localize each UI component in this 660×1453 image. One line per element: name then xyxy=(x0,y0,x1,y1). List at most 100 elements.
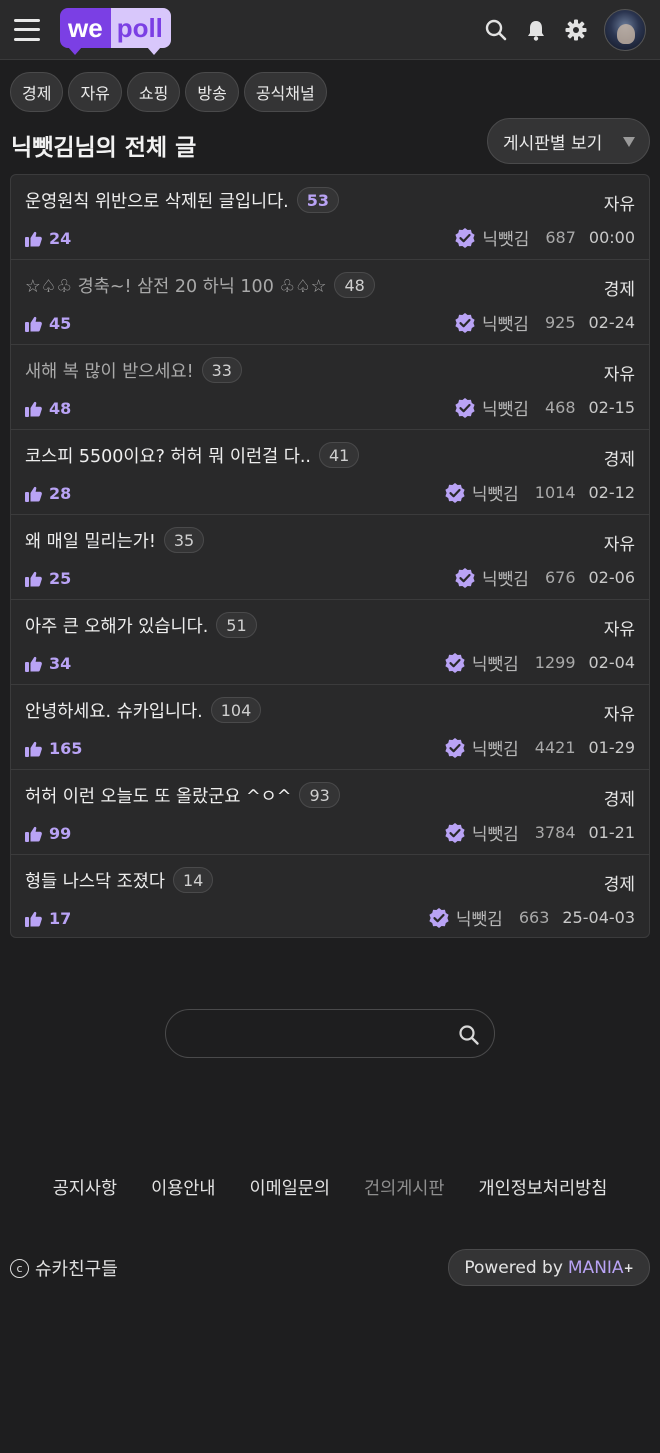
search-box xyxy=(165,1009,495,1058)
post-date: 00:00 xyxy=(588,228,635,247)
verified-badge-icon xyxy=(455,227,476,248)
header-actions xyxy=(476,8,646,52)
view-count: 663 xyxy=(518,908,550,927)
post-meta: 닉뺏김 1014 02-12 xyxy=(444,480,635,505)
wepoll-logo[interactable]: we poll xyxy=(60,7,171,55)
board-filter-select[interactable]: 게시판별 보기 xyxy=(487,118,650,164)
title-row: 닉뺏김님의 전체 글 게시판별 보기 xyxy=(0,112,660,174)
top-bar: we poll xyxy=(0,0,660,60)
post-date: 25-04-03 xyxy=(562,908,635,927)
copyright-symbol: c xyxy=(10,1258,29,1278)
post-title[interactable]: ☆♤♧ 경축~! 삼전 20 하닉 100 ♧♤☆ 48 xyxy=(25,272,375,298)
post-row[interactable]: 안녕하세요. 슈카입니다. 104 자유 165 닉뺏김 4421 01-29 xyxy=(11,685,649,770)
like-count-value: 99 xyxy=(49,824,72,843)
comment-count: 93 xyxy=(299,782,340,808)
copyright-text: 슈카친구들 xyxy=(35,1259,118,1280)
author-name[interactable]: 닉뺏김 xyxy=(472,735,519,760)
author-name[interactable]: 닉뺏김 xyxy=(472,650,519,675)
post-row[interactable]: ☆♤♧ 경축~! 삼전 20 하닉 100 ♧♤☆ 48 경제 45 닉뺏김 9… xyxy=(11,260,649,345)
like-count-value: 45 xyxy=(49,314,72,333)
post-category: 자유 xyxy=(603,705,635,725)
page-title: 닉뺏김님의 전체 글 xyxy=(11,135,197,161)
footer-link-notice[interactable]: 공지사항 xyxy=(36,1175,134,1200)
like-count-value: 24 xyxy=(49,229,72,248)
author-name[interactable]: 닉뺏김 xyxy=(472,820,519,845)
footer-link-guide[interactable]: 이용안내 xyxy=(134,1175,232,1200)
thumbs-up-icon xyxy=(25,231,42,247)
category-tab[interactable]: 공식채널 xyxy=(243,72,327,112)
post-meta: 닉뺏김 676 02-06 xyxy=(454,565,635,590)
post-row[interactable]: 아주 큰 오해가 있습니다. 51 자유 34 닉뺏김 1299 02-04 xyxy=(11,600,649,685)
author-name[interactable]: 닉뺏김 xyxy=(482,395,529,420)
comment-count: 35 xyxy=(163,527,205,553)
footer-link-privacy[interactable]: 개인정보처리방침 xyxy=(462,1175,625,1200)
post-title[interactable]: 허허 이런 오늘도 또 올랐군요 ^ㅇ^ 93 xyxy=(25,782,340,808)
category-tab[interactable]: 자유 xyxy=(68,72,122,112)
comment-count: 51 xyxy=(216,612,257,638)
powered-by-button[interactable]: Powered by MANIA + xyxy=(448,1249,650,1286)
post-title-text: 새해 복 많이 받으세요! xyxy=(25,361,194,382)
post-row[interactable]: 운영원칙 위반으로 삭제된 글입니다. 53 자유 24 닉뺏김 687 00:… xyxy=(11,175,649,260)
like-count-value: 48 xyxy=(49,399,72,418)
view-count: 676 xyxy=(544,568,576,587)
category-tab[interactable]: 경제 xyxy=(10,72,64,112)
verified-badge-icon xyxy=(455,567,475,588)
post-title-text: 형들 나스닥 조졌다 xyxy=(25,871,165,892)
post-date: 02-06 xyxy=(588,568,636,587)
avatar[interactable] xyxy=(604,9,646,51)
search-input[interactable] xyxy=(186,1020,456,1048)
logo-poll: poll xyxy=(110,8,171,55)
search-icon[interactable] xyxy=(458,1024,480,1046)
verified-badge-icon xyxy=(445,652,465,673)
author-name[interactable]: 닉뺏김 xyxy=(482,565,529,590)
post-title[interactable]: 운영원칙 위반으로 삭제된 글입니다. 53 xyxy=(25,187,340,213)
post-title[interactable]: 형들 나스닥 조졌다 14 xyxy=(25,867,214,893)
post-title[interactable]: 새해 복 많이 받으세요! 33 xyxy=(25,357,242,383)
post-category: 경제 xyxy=(603,280,635,300)
post-title-text: 안녕하세요. 슈카입니다. xyxy=(25,701,203,722)
post-meta: 닉뺏김 3784 01-21 xyxy=(444,820,635,845)
post-row[interactable]: 허허 이런 오늘도 또 올랐군요 ^ㅇ^ 93 경제 99 닉뺏김 3784 0… xyxy=(11,770,649,855)
search-icon[interactable] xyxy=(476,8,516,52)
menu-icon[interactable] xyxy=(14,18,40,41)
author-name[interactable]: 닉뺏김 xyxy=(482,225,529,250)
footer-link-suggestion[interactable]: 건의게시판 xyxy=(347,1175,462,1200)
post-date: 02-15 xyxy=(588,398,636,417)
gear-icon[interactable] xyxy=(556,8,596,52)
like-count: 165 xyxy=(25,739,82,758)
thumbs-up-icon xyxy=(25,741,42,757)
footer-links: 공지사항 이용안내 이메일문의 건의게시판 개인정보처리방침 xyxy=(0,1175,660,1200)
post-meta: 닉뺏김 663 25-04-03 xyxy=(428,905,635,930)
author-name[interactable]: 닉뺏김 xyxy=(472,480,519,505)
like-count: 17 xyxy=(25,909,71,928)
footer-link-email[interactable]: 이메일문의 xyxy=(233,1175,348,1200)
author-name[interactable]: 닉뺏김 xyxy=(482,310,529,335)
post-category: 경제 xyxy=(603,875,635,895)
post-row[interactable]: 형들 나스닥 조졌다 14 경제 17 닉뺏김 663 25-04-03 xyxy=(11,855,649,937)
post-title-text: 운영원칙 위반으로 삭제된 글입니다. xyxy=(25,191,289,212)
verified-badge-icon xyxy=(429,907,449,928)
post-title[interactable]: 아주 큰 오해가 있습니다. 51 xyxy=(25,612,257,638)
category-tab[interactable]: 쇼핑 xyxy=(126,72,181,112)
copyright: c 슈카친구들 xyxy=(10,1255,118,1281)
caret-down-icon xyxy=(623,137,635,147)
thumbs-up-icon xyxy=(25,401,42,417)
like-count: 99 xyxy=(25,824,71,843)
author-name[interactable]: 닉뺏김 xyxy=(456,905,503,930)
bell-icon[interactable] xyxy=(516,8,556,52)
post-meta: 닉뺏김 687 00:00 xyxy=(454,225,635,250)
category-tab[interactable]: 방송 xyxy=(185,72,239,112)
post-row[interactable]: 왜 매일 밀리는가! 35 자유 25 닉뺏김 676 02-06 xyxy=(11,515,649,600)
post-row[interactable]: 코스피 5500이요? 허허 뭐 이런걸 다.. 41 경제 28 닉뺏김 10… xyxy=(11,430,649,515)
thumbs-up-icon xyxy=(25,911,42,927)
post-category: 자유 xyxy=(603,195,635,215)
post-title-text: 코스피 5500이요? 허허 뭐 이런걸 다.. xyxy=(25,446,311,467)
post-meta: 닉뺏김 4421 01-29 xyxy=(444,735,635,760)
post-title[interactable]: 왜 매일 밀리는가! 35 xyxy=(25,527,205,553)
post-date: 02-24 xyxy=(588,313,636,332)
post-title[interactable]: 코스피 5500이요? 허허 뭐 이런걸 다.. 41 xyxy=(25,442,360,468)
like-count: 34 xyxy=(25,654,71,673)
like-count: 25 xyxy=(25,569,71,588)
post-title[interactable]: 안녕하세요. 슈카입니다. 104 xyxy=(25,697,262,723)
post-row[interactable]: 새해 복 많이 받으세요! 33 자유 48 닉뺏김 468 02-15 xyxy=(11,345,649,430)
